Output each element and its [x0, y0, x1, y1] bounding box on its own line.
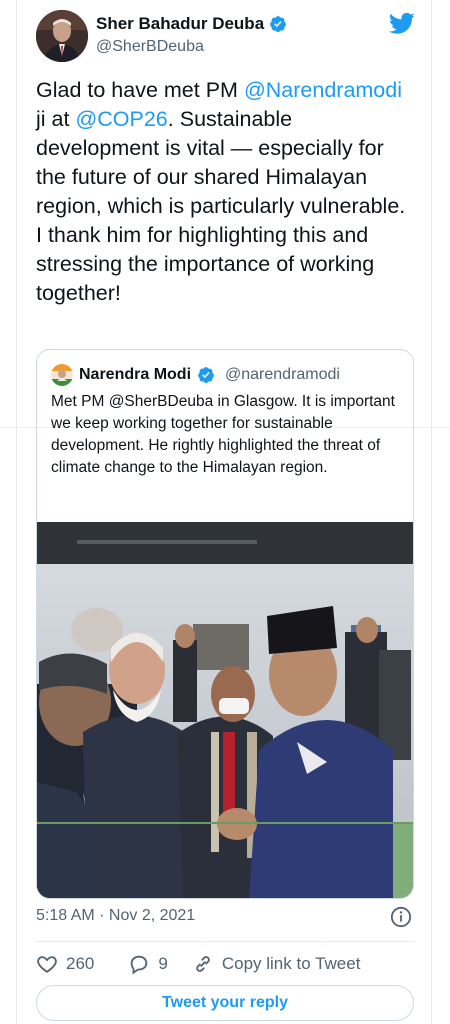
mention-link[interactable]: @COP26	[75, 107, 167, 131]
tweet-text-part: . Sustainable development is vital — esp…	[36, 107, 406, 305]
quoted-author-name: Narendra Modi	[79, 366, 192, 383]
like-button[interactable]: 260	[36, 953, 94, 975]
tweet-text-part: ji at	[36, 107, 76, 131]
author-name-row[interactable]: Sher Bahadur Deuba	[96, 14, 287, 34]
tweet-text: Glad to have met PM @Narendramodi ji at …	[36, 76, 416, 308]
like-count: 260	[66, 954, 95, 973]
tweet-actions: 260 9 Copy link to Tweet	[36, 953, 360, 975]
verified-badge-icon	[270, 16, 287, 33]
twitter-bird-icon[interactable]	[389, 10, 415, 36]
quoted-author-row: Narendra Modi @narendramodi	[51, 364, 340, 386]
copy-link-button[interactable]: Copy link to Tweet	[192, 953, 361, 975]
verified-badge-icon	[198, 367, 214, 384]
info-icon[interactable]	[390, 906, 412, 928]
reply-icon	[131, 955, 148, 975]
heart-icon	[37, 956, 57, 973]
tweet-timestamp[interactable]: 5:18 AM · Nov 2, 2021	[36, 907, 195, 925]
author-handle[interactable]: @SherBDeuba	[96, 38, 204, 56]
reply-button[interactable]: 9	[128, 953, 168, 975]
author-avatar[interactable]	[36, 10, 88, 62]
copy-link-label: Copy link to Tweet	[221, 954, 361, 973]
mention-link[interactable]: @Narendramodi	[244, 78, 402, 102]
divider-line	[36, 941, 414, 942]
quoted-tweet-text: Met PM @SherBDeuba in Glasgow. It is imp…	[51, 393, 395, 476]
author-name[interactable]: Sher Bahadur Deuba	[96, 14, 264, 34]
link-icon	[196, 956, 210, 972]
quoted-tweet-photo[interactable]	[37, 522, 413, 899]
tweet-text-part: Glad to have met PM	[36, 78, 244, 102]
tweet-your-reply-button[interactable]: Tweet your reply	[36, 985, 414, 1021]
quoted-author-handle: @narendramodi	[225, 366, 340, 383]
reply-count: 9	[158, 954, 168, 973]
quoted-avatar	[51, 364, 73, 386]
quoted-tweet[interactable]: Narendra Modi @narendramodi Met PM @Sher…	[36, 349, 414, 899]
